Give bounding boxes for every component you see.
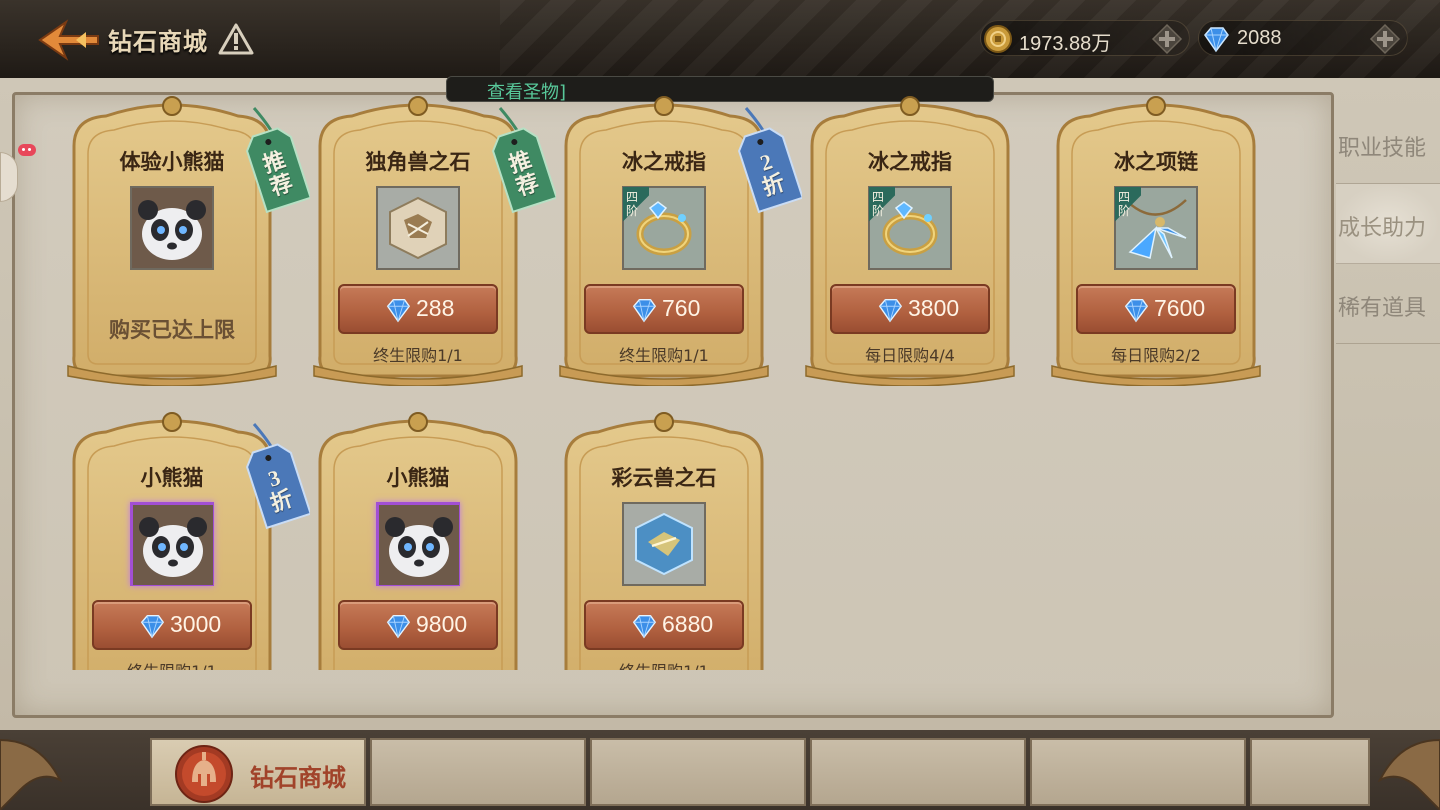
diamond-icon (1204, 27, 1229, 53)
shop-item-card[interactable]: 冰之戒指 四阶 760 终生限购1/1 2折 (558, 96, 804, 387)
tier-badge: 四阶 (869, 187, 895, 223)
back-arrow-icon (38, 19, 99, 61)
buy-button[interactable]: 3000 (92, 600, 252, 650)
warning-icon (218, 23, 254, 55)
purchase-limit-reached: 购买已达上限 (109, 318, 235, 342)
bottom-tab-empty[interactable] (1030, 738, 1246, 806)
shop-item-card[interactable]: 独角兽之石 288 终生限购1/1 推荐 (312, 96, 558, 387)
purchase-limit: 每日限购2/2 (1111, 346, 1201, 365)
unicorn-stone-icon[interactable] (376, 186, 460, 270)
shop-item-card[interactable]: 冰之项链四阶 7600 每日限购2/2 (1050, 96, 1262, 387)
discount-tag: 3折 (246, 418, 312, 530)
buy-button[interactable]: 288 (338, 284, 498, 334)
plus-icon (1369, 23, 1401, 55)
warning-button[interactable] (218, 22, 254, 56)
gold-amount: 1973.88万 (1019, 33, 1112, 55)
add-diamond-button[interactable] (1369, 23, 1401, 55)
diamond-icon (138, 612, 166, 640)
bottom-tab-empty[interactable] (810, 738, 1026, 806)
side-tabs: 职业技能 成长助力 稀有道具 (1336, 104, 1440, 344)
shop-item-card[interactable]: 体验小熊猫 购买已达上限 推荐 (66, 96, 312, 387)
gold-currency: 1973.88万 (980, 20, 1190, 56)
tier-badge: 四阶 (623, 187, 649, 223)
panda-icon[interactable] (130, 502, 214, 586)
shop-item-card[interactable]: 彩云兽之石 6880 终生限购1/1 (558, 412, 770, 670)
tab-label: 成长助力 (1338, 216, 1427, 241)
back-button[interactable] (36, 18, 102, 62)
recommend-tag: 推荐 (246, 102, 312, 214)
item-name: 冰之戒指 (868, 150, 952, 174)
bottom-tab-empty[interactable] (590, 738, 806, 806)
item-grid: 体验小熊猫 购买已达上限 推荐 独角兽之石 288 终生限购1/1 推荐 冰之戒指 四阶 760 终… (24, 96, 1324, 670)
buy-button[interactable]: 6880 (584, 600, 744, 650)
purchase-limit: 终生限购1/1 (66, 658, 278, 670)
spartan-helmet-icon (175, 745, 233, 803)
price-value: 3000 (170, 611, 222, 637)
price-value: 760 (662, 295, 701, 321)
price-value: 7600 (1154, 295, 1206, 321)
discount-tag: 2折 (738, 102, 804, 214)
buy-button[interactable]: 760 (584, 284, 744, 334)
shop-item-card[interactable]: 小熊猫 9800 (312, 412, 524, 670)
item-name: 彩云兽之石 (611, 466, 717, 490)
purchase-limit: 每日限购4/4 (865, 346, 955, 365)
page-title: 钻石商城 (108, 30, 208, 56)
diamond-icon (630, 296, 658, 324)
item-name: 小熊猫 (386, 466, 450, 490)
purchase-limit: 终生限购1/1 (558, 658, 770, 670)
cloud-beast-stone-icon[interactable] (622, 502, 706, 586)
ice-ring-icon[interactable]: 四阶 (622, 186, 706, 270)
purchase-limit: 终生限购1/1 (373, 346, 463, 365)
price-value: 6880 (662, 611, 714, 637)
tab-label: 职业技能 (1338, 136, 1427, 161)
plus-icon (1151, 23, 1183, 55)
price-value: 9800 (416, 611, 468, 637)
tab-rare-items[interactable]: 稀有道具 (1336, 264, 1440, 344)
diamond-icon (384, 296, 412, 324)
bottom-nav: 钻石商城 (0, 730, 1440, 810)
buy-button[interactable]: 7600 (1076, 284, 1236, 334)
purchase-limit: 终生限购1/1 (619, 346, 709, 365)
bottom-tab-diamond-shop[interactable]: 钻石商城 (150, 738, 366, 806)
panda-icon[interactable] (130, 186, 214, 270)
price-value: 288 (416, 295, 455, 321)
diamond-icon (630, 612, 658, 640)
price-value: 3800 (908, 295, 960, 321)
tab-profession-skills[interactable]: 职业技能 (1336, 104, 1440, 184)
bottom-tab-empty[interactable] (1250, 738, 1370, 806)
shop-item-card[interactable]: 小熊猫3000终生限购1/13折 (66, 412, 312, 670)
gold-coin-icon (984, 25, 1012, 53)
tab-growth-boost[interactable]: 成长助力 (1336, 184, 1440, 264)
panda-icon[interactable] (376, 502, 460, 586)
ice-ring-icon[interactable]: 四阶 (868, 186, 952, 270)
add-gold-button[interactable] (1151, 23, 1183, 55)
corner-ornament-right (1377, 738, 1440, 810)
diamond-currency: 2088 (1198, 20, 1408, 56)
ice-necklace-icon[interactable]: 四阶 (1114, 186, 1198, 270)
shop-item-card[interactable]: 冰之戒指四阶 3800 每日限购4/4 (804, 96, 1016, 387)
bottom-tab-empty[interactable] (370, 738, 586, 806)
diamond-icon (876, 296, 904, 324)
buy-button[interactable]: 3800 (830, 284, 990, 334)
tier-badge: 四阶 (1115, 187, 1141, 223)
diamond-icon (1122, 296, 1150, 324)
tab-label: 稀有道具 (1338, 296, 1427, 321)
item-name: 冰之项链 (1114, 150, 1198, 174)
corner-ornament-left (0, 738, 63, 810)
recommend-tag: 推荐 (492, 102, 558, 214)
diamond-amount: 2088 (1237, 27, 1282, 49)
bottom-tab-label: 钻石商城 (250, 766, 346, 792)
diamond-icon (384, 612, 412, 640)
buy-button[interactable]: 9800 (338, 600, 498, 650)
